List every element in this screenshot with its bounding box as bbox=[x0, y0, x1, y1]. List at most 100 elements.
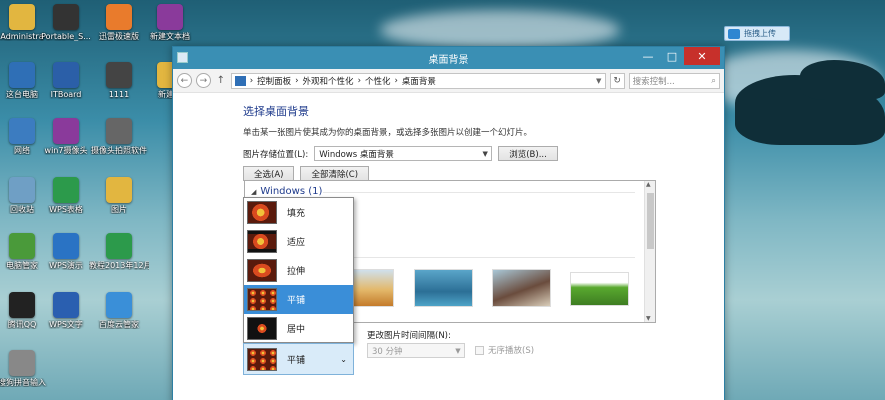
shuffle-label: 无序播放(S) bbox=[488, 346, 535, 356]
gallery-scrollbar[interactable]: ▲ ▼ bbox=[644, 181, 655, 322]
usb-drive-icon bbox=[53, 4, 79, 30]
desktop-icon[interactable]: 1111 bbox=[91, 62, 147, 120]
upload-label: 拖拽上传 bbox=[744, 29, 776, 38]
picture-position-select[interactable]: 平铺 ⌄ bbox=[243, 343, 354, 375]
desktop-icon[interactable]: Portable_S... bbox=[38, 4, 94, 62]
maximize-button[interactable]: □ bbox=[660, 47, 684, 65]
group-header[interactable]: ◢ Windows (1) bbox=[251, 186, 322, 197]
page-description: 单击某一张图片使其成为你的桌面背景，或选择多张图片以创建一个幻灯片。 bbox=[243, 128, 533, 138]
wps-sheet-icon bbox=[53, 177, 79, 203]
collapse-icon: ◢ bbox=[251, 187, 257, 196]
cloud bbox=[380, 10, 620, 50]
breadcrumb-appearance[interactable]: 外观和个性化 bbox=[303, 75, 354, 87]
search-placeholder: 搜索控制... bbox=[632, 76, 675, 87]
position-label: 填充 bbox=[287, 209, 306, 219]
wallpaper-thumbnail-coast[interactable] bbox=[493, 270, 550, 306]
close-button[interactable]: ✕ bbox=[684, 47, 720, 65]
window-title: 桌面背景 bbox=[428, 54, 469, 66]
position-label: 居中 bbox=[287, 325, 306, 335]
position-label: 拉伸 bbox=[287, 267, 306, 277]
cloud-icon bbox=[728, 28, 740, 39]
fill-preview-icon bbox=[247, 201, 277, 224]
position-option-tile[interactable]: 平铺 bbox=[244, 285, 353, 314]
page-title: 选择桌面背景 bbox=[243, 105, 309, 118]
checkbox-box[interactable] bbox=[475, 345, 484, 355]
folder-icon bbox=[9, 4, 35, 30]
scroll-up-icon[interactable]: ▲ bbox=[646, 181, 651, 188]
breadcrumb-personalization[interactable]: 个性化 bbox=[365, 75, 391, 87]
network-icon bbox=[9, 118, 35, 144]
select-all-button[interactable]: 全选(A) bbox=[243, 166, 295, 181]
center-preview-icon bbox=[247, 317, 277, 340]
pen-icon bbox=[9, 350, 35, 376]
selected-position-label: 平铺 bbox=[287, 355, 306, 366]
desktop-icon[interactable]: win7摄像头 bbox=[38, 118, 94, 176]
shuffle-checkbox[interactable]: 无序播放(S) bbox=[475, 344, 534, 356]
desktop-icon[interactable]: 图片 bbox=[91, 177, 147, 235]
tile-preview-icon bbox=[247, 347, 277, 371]
scroll-down-icon[interactable]: ▼ bbox=[646, 315, 651, 322]
shield-icon bbox=[9, 233, 35, 259]
interval-select[interactable]: 30 分钟 ▼ bbox=[367, 343, 465, 358]
desktop-icon-label: ITBoard bbox=[50, 90, 82, 99]
thunder-icon bbox=[106, 4, 132, 30]
computer-icon bbox=[9, 62, 35, 88]
position-option-fill[interactable]: 填充 bbox=[244, 198, 353, 227]
clear-all-button[interactable]: 全部清除(C) bbox=[300, 166, 370, 181]
archive-icon bbox=[53, 118, 79, 144]
desktop-icon[interactable]: 搜狗拼音输入 bbox=[0, 350, 50, 400]
itboard-icon bbox=[53, 62, 79, 88]
forward-button[interactable]: → bbox=[195, 73, 211, 88]
wallpaper-thumbnail-water[interactable] bbox=[415, 270, 472, 306]
desktop-icon[interactable]: WPS表格 bbox=[38, 177, 94, 235]
upload-badge[interactable]: 拖拽上传 bbox=[724, 26, 790, 41]
scroll-thumb[interactable] bbox=[647, 193, 654, 249]
browse-button[interactable]: 浏览(B)... bbox=[498, 146, 558, 161]
desktop-icon-label: 新建文本档 bbox=[150, 32, 190, 41]
position-option-stretch[interactable]: 拉伸 bbox=[244, 256, 353, 285]
archive-icon bbox=[157, 4, 183, 30]
desktop-icon[interactable]: 摄像头拍照软件 bbox=[91, 118, 147, 176]
desktop-icon-label: 搜狗拼音输入 bbox=[0, 378, 46, 387]
recycle-bin-icon bbox=[9, 177, 35, 203]
desktop-icon-label: 图片 bbox=[111, 205, 127, 214]
group-title: Windows (1) bbox=[260, 186, 323, 197]
excel-icon bbox=[106, 233, 132, 259]
control-panel-icon bbox=[234, 75, 246, 86]
location-value: Windows 桌面背景 bbox=[319, 149, 394, 160]
cloud-icon bbox=[106, 292, 132, 318]
interval-value: 30 分钟 bbox=[372, 346, 403, 357]
desktop-icon[interactable]: WPS文字 bbox=[38, 292, 94, 350]
breadcrumb-control-panel[interactable]: 控制面板 bbox=[257, 75, 291, 87]
chevron-down-icon: ▼ bbox=[455, 346, 461, 355]
title-bar[interactable]: 桌面背景 — □ ✕ bbox=[173, 47, 724, 69]
desktop-icon[interactable]: 百度云管家 bbox=[91, 292, 147, 350]
breadcrumb-sep: › bbox=[249, 75, 254, 86]
search-input[interactable]: 搜索控制... ⌕ bbox=[628, 72, 720, 89]
position-option-fit[interactable]: 适应 bbox=[244, 227, 353, 256]
divider bbox=[345, 257, 635, 258]
desktop-icon[interactable]: WPS演示 bbox=[38, 233, 94, 291]
address-bar[interactable]: › 控制面板 › 外观和个性化 › 个性化 › 桌面背景 ▼ bbox=[230, 72, 606, 89]
location-label: 图片存储位置(L): bbox=[243, 149, 309, 160]
desktop-icon[interactable]: 迅雷极速版 bbox=[91, 4, 147, 62]
desktop-icon[interactable]: ITBoard bbox=[38, 62, 94, 120]
chevron-down-icon[interactable]: ▼ bbox=[593, 77, 605, 85]
breadcrumb-desktop-background[interactable]: 桌面背景 bbox=[402, 75, 436, 87]
folder-icon bbox=[106, 177, 132, 203]
desktop-icon-label: 摄像头拍照软件 bbox=[91, 146, 147, 155]
position-option-center[interactable]: 居中 bbox=[244, 314, 353, 343]
interval-label: 更改图片时间间隔(N): bbox=[367, 331, 451, 341]
breadcrumb-sep: › bbox=[394, 75, 398, 86]
wps-doc-icon bbox=[53, 292, 79, 318]
navigation-bar: ← → ↑ › 控制面板 › 外观和个性化 › 个性化 › 桌面背景 ▼ ↻ 搜… bbox=[173, 69, 724, 93]
desktop-icon[interactable]: 教程2013年12月... bbox=[89, 233, 149, 291]
minimize-button[interactable]: — bbox=[636, 47, 660, 65]
camera-icon bbox=[106, 118, 132, 144]
up-button[interactable]: ↑ bbox=[215, 75, 227, 86]
back-button[interactable]: ← bbox=[177, 73, 192, 88]
wallpaper-thumbnail-green[interactable] bbox=[571, 273, 628, 305]
refresh-button[interactable]: ↻ bbox=[609, 72, 625, 89]
video-icon bbox=[106, 62, 132, 88]
location-select[interactable]: Windows 桌面背景 ▼ bbox=[314, 146, 493, 161]
